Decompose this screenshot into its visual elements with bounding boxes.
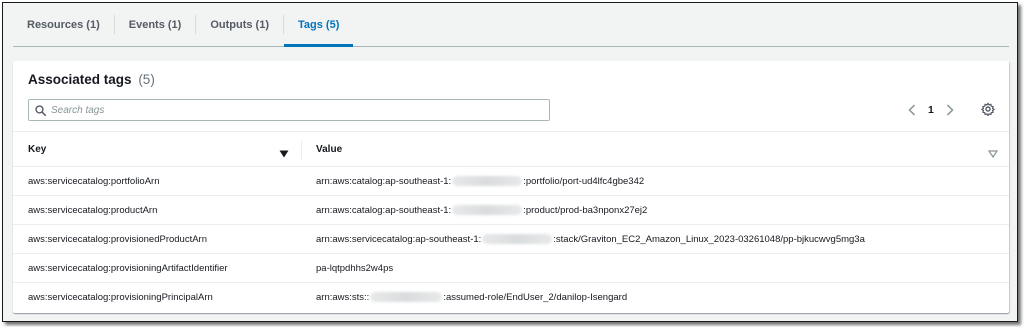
previous-page-button[interactable] (906, 102, 918, 118)
tag-key: aws:servicecatalog:productArn (28, 204, 158, 216)
column-header-key[interactable]: Key (28, 132, 46, 166)
redacted-account-id (482, 234, 553, 244)
tag-value-suffix: :stack/Graviton_EC2_Amazon_Linux_2023-03… (553, 233, 865, 245)
table-body: aws:servicecatalog:portfolioArn arn:aws:… (13, 167, 1009, 312)
tag-value: arn:aws:sts:: :assumed-role/EndUser_2/da… (316, 283, 627, 311)
table-header: Key Value (13, 131, 1009, 167)
table-row: aws:servicecatalog:provisioningPrincipal… (13, 283, 1009, 312)
redacted-account-id (452, 205, 523, 215)
search-icon (29, 100, 51, 120)
chevron-right-icon (946, 104, 954, 116)
redacted-account-id (452, 176, 523, 186)
table-row: aws:servicecatalog:provisioningArtifactI… (13, 254, 1009, 283)
tab-resources[interactable]: Resources (1) (13, 3, 114, 46)
tab-bar: Resources (1) Events (1) Outputs (1) Tag… (13, 3, 1009, 47)
tag-value-prefix: arn:aws:catalog:ap-southeast-1: (316, 204, 452, 216)
tag-key: aws:servicecatalog:portfolioArn (28, 175, 160, 187)
table-row: aws:servicecatalog:portfolioArn arn:aws:… (13, 167, 1009, 196)
associated-tags-container: Associated tags (5) 1 (13, 61, 1009, 313)
pagination: 1 (906, 102, 956, 118)
tag-value-prefix: arn:aws:catalog:ap-southeast-1: (316, 175, 452, 187)
tag-key: aws:servicecatalog:provisioningPrincipal… (28, 291, 213, 303)
tag-value-suffix: :assumed-role/EndUser_2/danilop-Isengard (443, 291, 628, 303)
search-field[interactable] (28, 99, 550, 121)
tag-value: pa-lqtpdhhs2w4ps (316, 254, 393, 282)
current-page-number[interactable]: 1 (928, 104, 934, 116)
tag-value-suffix: :product/prod-ba3nponx27ej2 (523, 204, 648, 216)
tag-value-prefix: arn:aws:sts:: (316, 291, 370, 303)
table-row: aws:servicecatalog:productArn arn:aws:ca… (13, 196, 1009, 225)
preferences-button[interactable] (981, 102, 997, 118)
table-row: aws:servicecatalog:provisionedProductArn… (13, 225, 1009, 254)
tab-tags[interactable]: Tags (5) (284, 3, 354, 47)
tab-outputs[interactable]: Outputs (1) (196, 3, 283, 46)
column-divider[interactable] (301, 141, 302, 159)
chevron-left-icon (908, 104, 916, 116)
tag-key: aws:servicecatalog:provisioningArtifactI… (28, 262, 228, 274)
sort-icon[interactable] (987, 145, 999, 159)
search-input[interactable] (51, 104, 531, 116)
tab-events[interactable]: Events (1) (115, 3, 196, 46)
tag-key: aws:servicecatalog:provisionedProductArn (28, 233, 208, 245)
tag-value: arn:aws:catalog:ap-southeast-1: :product… (316, 196, 647, 224)
gear-icon (981, 102, 995, 117)
container-header: Associated tags (5) 1 (13, 61, 1009, 131)
tag-value-suffix: :portfolio/port-ud4lfc4gbe342 (523, 175, 645, 187)
tabbed-panel: Resources (1) Events (1) Outputs (1) Tag… (2, 2, 1018, 322)
tag-value-prefix: arn:aws:servicecatalog:ap-southeast-1: (316, 233, 482, 245)
sort-descending-icon[interactable] (279, 145, 289, 158)
tag-value: arn:aws:catalog:ap-southeast-1: :portfol… (316, 167, 644, 195)
tag-count: (5) (138, 72, 155, 87)
tag-value-prefix: pa-lqtpdhhs2w4ps (316, 262, 394, 274)
title-text: Associated tags (28, 72, 132, 87)
redacted-account-id (370, 292, 443, 302)
container-title: Associated tags (5) (28, 72, 155, 87)
tag-value: arn:aws:servicecatalog:ap-southeast-1: :… (316, 225, 865, 253)
column-header-value[interactable]: Value (316, 132, 342, 166)
next-page-button[interactable] (944, 102, 956, 118)
